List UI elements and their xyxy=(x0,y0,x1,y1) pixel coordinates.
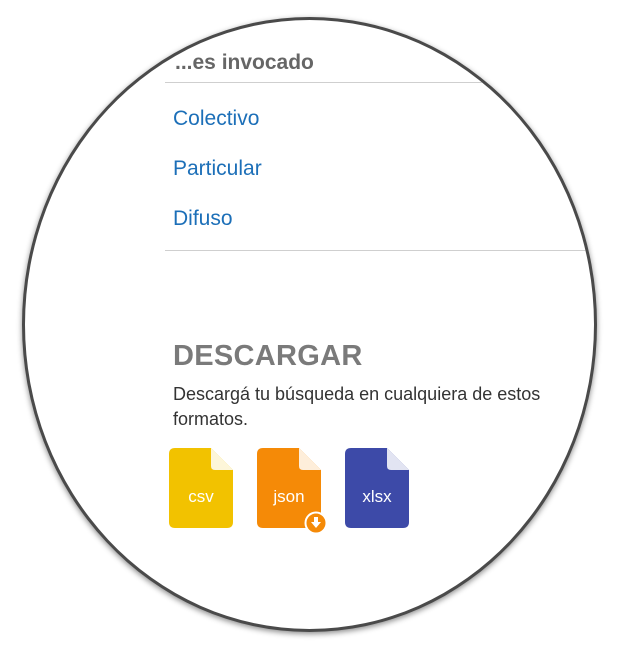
zoomed-content: ...es invocado Colectivo Particular Difu… xyxy=(25,20,594,629)
file-format-label: csv xyxy=(188,487,214,506)
download-csv-button[interactable]: csv xyxy=(169,448,233,528)
download-arrow-icon xyxy=(304,511,328,535)
download-xlsx-button[interactable]: xlsx xyxy=(345,448,409,528)
filter-section-heading: ...es invocado xyxy=(175,51,314,74)
download-title: DESCARGAR xyxy=(173,340,363,372)
download-formats: csv json xlsx xyxy=(169,448,409,535)
filter-link-colectivo[interactable]: Colectivo xyxy=(173,108,259,129)
file-format-label: json xyxy=(273,487,305,506)
download-json-button[interactable]: json xyxy=(257,448,328,535)
magnifier-lens: ...es invocado Colectivo Particular Difu… xyxy=(22,17,597,632)
filter-link-particular[interactable]: Particular xyxy=(173,158,262,179)
file-format-label: xlsx xyxy=(362,487,392,506)
filter-link-difuso[interactable]: Difuso xyxy=(173,208,233,229)
divider xyxy=(165,82,594,83)
download-description: Descargá tu búsqueda en cualquiera de es… xyxy=(173,384,541,429)
divider xyxy=(165,250,594,251)
